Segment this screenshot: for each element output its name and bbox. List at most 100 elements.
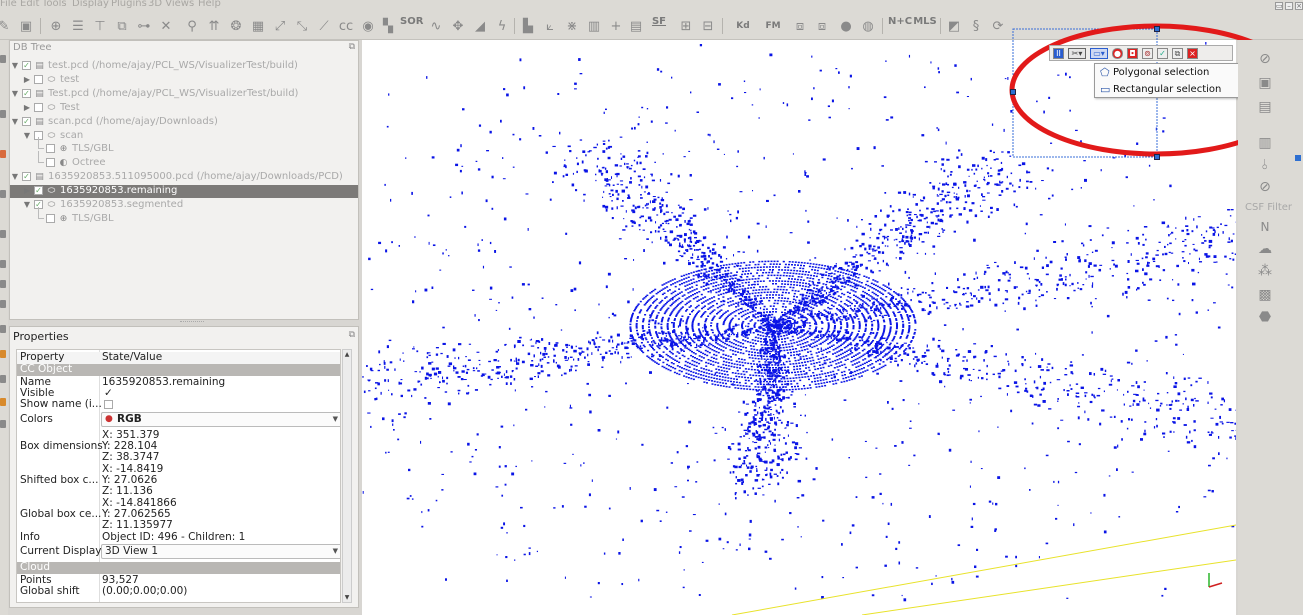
menu-3d-views[interactable]: 3D Views <box>148 0 194 9</box>
menu-help[interactable]: Help <box>198 0 221 9</box>
tree-item-checkbox[interactable]: ✓ <box>22 172 31 182</box>
pause-icon[interactable]: II <box>1053 48 1064 59</box>
curve-icon[interactable]: ∿ <box>426 16 446 36</box>
sor-filter-button[interactable]: SOR <box>400 17 423 27</box>
collapse-arrow-icon[interactable]: ▶ <box>23 185 31 197</box>
plugin-icon[interactable]: ▩ <box>1256 286 1274 304</box>
compare-icon[interactable]: ⧈ <box>790 16 810 36</box>
tool-icon[interactable] <box>0 375 6 383</box>
show-name-checkbox[interactable] <box>104 400 113 409</box>
scroll-up-icon[interactable]: ▲ <box>343 351 351 358</box>
export-icon[interactable]: ⊚ <box>1142 48 1153 59</box>
kd-button[interactable]: Kd <box>730 17 756 31</box>
script-icon[interactable]: § <box>966 16 986 36</box>
tree-item[interactable]: ⊕ TLS/GBL <box>10 137 358 156</box>
expand-arrow-icon[interactable]: ▼ <box>11 60 19 72</box>
current-display-select[interactable]: 3D View 1 ▼ <box>101 544 340 559</box>
tree-item[interactable]: ▼ ✓ ▤ test.pcd (/home/ajay/PCL_WS/Visualize… <box>10 60 358 73</box>
plugin-icon[interactable]: ▣ <box>1256 74 1274 92</box>
tool-icon[interactable] <box>0 398 6 406</box>
tree-item[interactable]: ▶ ✓ ⬭ 1635920853.remaining <box>10 185 358 199</box>
tree-item-checkbox[interactable]: ✓ <box>22 61 31 70</box>
resize-handle[interactable] <box>1154 26 1160 32</box>
tool-icon[interactable] <box>0 230 6 238</box>
grid-icon[interactable]: ▤ <box>626 16 646 36</box>
move-icon[interactable]: ✥ <box>448 16 468 36</box>
tree-item[interactable]: ▼ ✓ ▤ scan.pcd (/home/ajay/Downloads) <box>10 116 358 129</box>
distance-icon[interactable]: ⤢ <box>270 16 290 36</box>
confirm-delete-icon[interactable]: ⧉ <box>1172 48 1183 59</box>
mls-button[interactable]: MLS <box>912 17 938 27</box>
tree-item[interactable]: ⊕ TLS/GBL <box>10 206 358 226</box>
tree-item-checkbox[interactable]: ✓ <box>34 186 43 196</box>
layers-icon[interactable]: ◩ <box>944 16 964 36</box>
north-arrow-icon[interactable]: N <box>1256 218 1274 236</box>
merge-icon[interactable]: ⊤ <box>90 16 110 36</box>
plugin-icon[interactable]: ▤ <box>1256 98 1274 116</box>
cc-icon[interactable]: cc <box>336 16 356 36</box>
plugin-icon[interactable]: ☁ <box>1256 240 1274 258</box>
minimize-icon[interactable]: – <box>1285 2 1293 10</box>
sphere-icon[interactable]: ● <box>836 16 856 36</box>
tree-item-checkbox[interactable] <box>34 102 43 112</box>
compass-icon[interactable]: ⊘ <box>1256 178 1274 196</box>
cancel-icon[interactable]: × <box>1187 48 1198 59</box>
plugin-icon[interactable]: ▥ <box>1256 134 1274 152</box>
tool-icon[interactable] <box>0 280 6 288</box>
property-name-value[interactable]: 1635920853.remaining <box>102 377 225 388</box>
profile-icon[interactable]: ⟀ <box>540 16 560 36</box>
add-icon[interactable]: + <box>606 16 626 36</box>
tree-item[interactable]: ▼ ✓ ▤ 1635920853.511095000.pcd (/home/ajay/… <box>10 171 358 184</box>
menu-display[interactable]: Display <box>72 0 109 9</box>
tool-icon[interactable] <box>0 150 6 158</box>
tool-icon[interactable] <box>0 350 6 358</box>
brush-icon[interactable]: ⚲ <box>182 16 202 36</box>
list-icon[interactable]: ☰ <box>68 16 88 36</box>
plugin-icon[interactable]: ⁂ <box>1256 262 1274 280</box>
transform-icon[interactable]: ⊕ <box>46 16 66 36</box>
3d-view-canvas[interactable] <box>362 40 1236 615</box>
collapse-arrow-icon[interactable]: ▶ <box>23 74 31 86</box>
distance2-icon[interactable]: ⤡ <box>292 16 312 36</box>
level-icon[interactable]: ⫰ <box>1256 156 1274 174</box>
normals-icon[interactable]: ⇈ <box>204 16 224 36</box>
tree-item[interactable]: ▼ ✓ ⬭ 1635920853.segmented <box>10 199 358 212</box>
tool-icon[interactable] <box>0 260 6 268</box>
visible-checkbox[interactable]: ✓ <box>104 388 113 399</box>
menu-plugins[interactable]: Plugins <box>111 0 147 9</box>
tree-item[interactable]: ◐ Octree <box>10 151 358 170</box>
collapse-arrow-icon[interactable]: ▶ <box>23 102 31 114</box>
bars-icon[interactable]: ▥ <box>584 16 604 36</box>
segment-icon[interactable]: ⊶ <box>134 16 154 36</box>
expand-arrow-icon[interactable]: ▼ <box>23 199 31 211</box>
tree-item[interactable]: ▼ ⬭ scan <box>10 130 358 143</box>
panel-resize-handle[interactable] <box>180 321 204 323</box>
cloud-compare-icon[interactable]: ⊘ <box>1256 50 1274 68</box>
globe-icon[interactable]: ◍ <box>858 16 878 36</box>
expand-arrow-icon[interactable]: ▼ <box>23 130 31 142</box>
plane-icon[interactable]: ◢ <box>470 16 490 36</box>
segment-in-icon[interactable]: ● <box>1112 48 1123 59</box>
clone-icon[interactable]: ⧉ <box>112 16 132 36</box>
confirm-icon[interactable]: ✓ <box>1157 48 1168 59</box>
fit-icon[interactable]: ⟋ <box>314 16 334 36</box>
menu-item-rectangular-selection[interactable]: ▭ Rectangular selection <box>1097 82 1238 98</box>
delete-icon[interactable]: ✕ <box>156 16 176 36</box>
classify-icon[interactable]: ⊟ <box>698 16 718 36</box>
sf-button[interactable]: SF <box>648 17 670 27</box>
tree-item[interactable]: ▶ ⬭ Test <box>10 102 358 115</box>
hexagon-icon[interactable]: ⬣ <box>1256 308 1274 326</box>
compare2-icon[interactable]: ⧈ <box>812 16 832 36</box>
menu-edit[interactable]: Edit <box>20 0 39 9</box>
histogram-icon[interactable]: ▙ <box>518 16 538 36</box>
expand-arrow-icon[interactable]: ▼ <box>11 171 19 183</box>
resize-handle[interactable] <box>1154 154 1160 160</box>
tree-item[interactable]: ▼ ✓ ▤ Test.pcd (/home/ajay/PCL_WS/Visualize… <box>10 88 358 101</box>
segment-out-icon[interactable]: ◘ <box>1127 48 1138 59</box>
rectangle-select-icon[interactable]: ▭▾ <box>1090 48 1108 59</box>
filter-icon[interactable]: ⋇ <box>562 16 582 36</box>
expand-arrow-icon[interactable]: ▼ <box>11 88 19 100</box>
float-panel-icon[interactable]: ⧉ <box>349 42 355 52</box>
restore-icon[interactable]: ▭ <box>1275 2 1283 10</box>
tree-item-checkbox[interactable] <box>34 74 43 84</box>
